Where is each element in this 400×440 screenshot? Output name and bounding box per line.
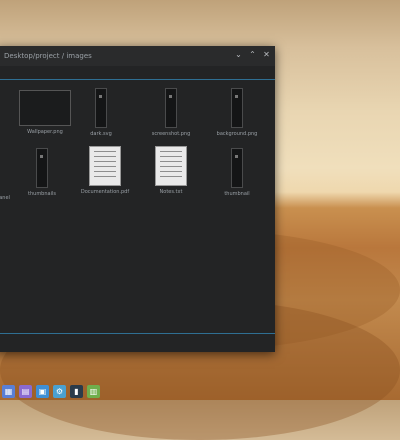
file-thumbnail: [231, 148, 243, 188]
file-thumbnail: [95, 88, 107, 128]
file-thumbnail: [36, 148, 48, 188]
maximize-icon[interactable]: ⌃: [248, 50, 257, 59]
file-name: screenshot.png: [151, 131, 191, 137]
calendar-icon[interactable]: ▤: [19, 384, 32, 398]
file-item[interactable]: background.png: [212, 88, 262, 137]
accent-line: [0, 333, 275, 334]
taskbar: ▦ ▤ ▣ ⚙ ▮ ▥: [0, 382, 112, 400]
file-item[interactable]: thumbnails: [18, 148, 66, 197]
app-launcher-icon[interactable]: ▦: [2, 384, 15, 398]
file-item[interactable]: dark.svg: [86, 88, 116, 137]
file-item[interactable]: Notes.txt: [152, 146, 190, 195]
file-name: Wallpaper.png: [27, 129, 63, 135]
terminal-icon[interactable]: ▮: [70, 384, 83, 398]
file-item[interactable]: Documentation.pdf: [80, 146, 130, 195]
breadcrumb[interactable]: Desktop/project / images: [4, 52, 92, 60]
file-thumbnail: [231, 88, 243, 128]
file-name: dark.svg: [90, 131, 112, 137]
file-grid: Wallpaper.png dark.svg screenshot.png ba…: [0, 80, 275, 333]
file-thumbnail: [165, 88, 177, 128]
file-item[interactable]: thumbnail: [212, 148, 262, 197]
file-manager-window: Desktop/project / images ⌄ ⌃ ✕ Wallpaper…: [0, 46, 275, 352]
minimize-icon[interactable]: ⌄: [234, 50, 243, 59]
file-name: background.png: [216, 131, 258, 137]
file-item[interactable]: panel: [0, 192, 10, 201]
file-item[interactable]: Wallpaper.png: [18, 90, 72, 135]
files-icon[interactable]: ▣: [36, 384, 49, 398]
file-name: Documentation.pdf: [80, 189, 130, 195]
close-icon[interactable]: ✕: [262, 50, 271, 59]
notes-icon[interactable]: ▥: [87, 384, 100, 398]
settings-icon[interactable]: ⚙: [53, 384, 66, 398]
file-name: Notes.txt: [159, 189, 183, 195]
image-thumbnail: [19, 90, 71, 126]
file-name: thumbnail: [224, 191, 250, 197]
file-name: thumbnails: [28, 191, 56, 197]
file-name: panel: [0, 195, 10, 201]
file-item[interactable]: screenshot.png: [146, 88, 196, 137]
document-thumbnail: [89, 146, 121, 186]
document-thumbnail: [155, 146, 187, 186]
